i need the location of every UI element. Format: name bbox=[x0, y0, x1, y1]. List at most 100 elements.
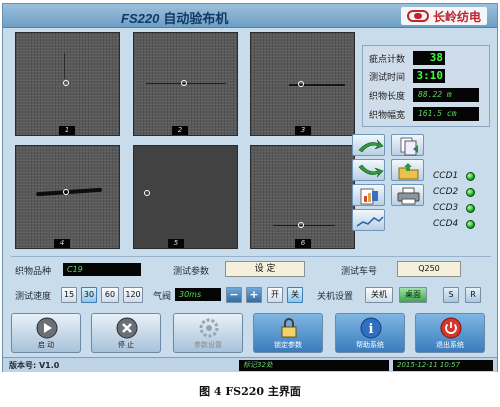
test-time-label: 测试时间 bbox=[369, 72, 406, 83]
camera-label: 2 bbox=[172, 126, 188, 135]
defect-count-label: 疵点计数 bbox=[369, 54, 406, 65]
defect-count-value: 38 bbox=[413, 51, 445, 65]
test-time-row: 测试时间 3:10 bbox=[369, 68, 445, 84]
control-panel: 织物品种 C19 测试参数 设 定 测试车号 Q250 测试速度 15 30 6… bbox=[11, 256, 491, 308]
camera-label: 6 bbox=[295, 239, 311, 248]
decrease-button[interactable]: − bbox=[226, 287, 242, 303]
status-bar: 版本号: V1.0 标记32处 2015-12-11 10:57 bbox=[3, 357, 497, 372]
crosshair-icon bbox=[181, 80, 187, 86]
print-button[interactable] bbox=[391, 184, 424, 206]
copy-icon bbox=[400, 137, 418, 156]
crosshair-icon bbox=[63, 80, 69, 86]
param-settings-button[interactable]: 参数设置 bbox=[173, 313, 243, 353]
statistics-panel: 疵点计数 38 测试时间 3:10 织物长度 88.22 m 织物幅宽 161.… bbox=[362, 45, 490, 127]
ccd-label: CCD3 bbox=[433, 203, 459, 213]
start-button[interactable]: 启 动 bbox=[11, 313, 81, 353]
camera-view-4[interactable]: 4 bbox=[15, 145, 120, 249]
folder-open-icon bbox=[398, 163, 419, 180]
speed-60-button[interactable]: 60 bbox=[101, 287, 119, 303]
camera-label: 4 bbox=[54, 239, 70, 248]
crosshair-icon bbox=[63, 189, 69, 195]
shutdown-settings-label: 关机设置 bbox=[317, 292, 354, 302]
report-button[interactable] bbox=[352, 184, 385, 206]
report-icon bbox=[360, 188, 378, 205]
defect-mark bbox=[64, 53, 65, 79]
ccd-label: CCD4 bbox=[433, 219, 459, 229]
help-label: 帮助系统 bbox=[356, 341, 384, 349]
svg-text:i: i bbox=[369, 322, 374, 337]
copy-button[interactable] bbox=[391, 134, 424, 156]
arrow-up-icon bbox=[358, 139, 384, 153]
ccd1-status: CCD1 bbox=[433, 170, 475, 182]
status-led-icon bbox=[466, 219, 475, 229]
defect-count-row: 疵点计数 38 bbox=[369, 50, 445, 66]
trend-chart-button[interactable] bbox=[352, 209, 385, 231]
app-name: 自动验布机 bbox=[163, 12, 229, 27]
lock-params-label: 锁定参数 bbox=[274, 341, 302, 349]
gear-icon bbox=[199, 318, 219, 338]
ccd4-status: CCD4 bbox=[433, 218, 475, 230]
speed-120-button[interactable]: 120 bbox=[123, 287, 143, 303]
increase-button[interactable]: + bbox=[246, 287, 262, 303]
ccd-label: CCD1 bbox=[433, 171, 459, 181]
exit-button[interactable]: 退出系统 bbox=[415, 313, 485, 353]
desktop-button[interactable]: 桌面 bbox=[399, 287, 427, 303]
camera-view-2[interactable]: 2 bbox=[133, 32, 238, 136]
speed-15-button[interactable]: 15 bbox=[61, 287, 77, 303]
crosshair-icon bbox=[298, 81, 304, 87]
title-bar: FS220 自动验布机 长岭纺电 bbox=[3, 4, 497, 28]
test-time-value: 3:10 bbox=[413, 69, 445, 83]
help-button[interactable]: i 帮助系统 bbox=[335, 313, 405, 353]
figure-caption: 图 4 FS220 主界面 bbox=[199, 385, 301, 398]
play-icon bbox=[36, 317, 58, 339]
fabric-width-value: 161.5 cm bbox=[413, 107, 479, 121]
fabric-width-row: 织物幅宽 161.5 cm bbox=[369, 106, 479, 122]
s-button[interactable]: S bbox=[443, 287, 459, 303]
scroll-down-button[interactable] bbox=[352, 159, 385, 181]
camera-view-1[interactable]: 1 bbox=[15, 32, 120, 136]
camera-view-5[interactable]: 5 bbox=[133, 145, 238, 249]
fabric-length-row: 织物长度 88.22 m bbox=[369, 87, 479, 103]
exit-label: 退出系统 bbox=[436, 341, 464, 349]
status-led-icon bbox=[466, 171, 475, 181]
ccd-label: CCD2 bbox=[433, 187, 459, 197]
lock-icon bbox=[281, 318, 297, 338]
param-settings-label: 参数设置 bbox=[194, 341, 222, 349]
crosshair-icon bbox=[298, 222, 304, 228]
stop-icon bbox=[116, 317, 138, 339]
lock-params-button[interactable]: 锁定参数 bbox=[253, 313, 323, 353]
power-icon bbox=[440, 317, 462, 339]
test-car-label: 测试车号 bbox=[341, 267, 378, 277]
camera-view-6[interactable]: 6 bbox=[250, 145, 355, 249]
fabric-width-label: 织物幅宽 bbox=[369, 110, 406, 121]
fabric-length-label: 织物长度 bbox=[369, 91, 406, 102]
valve-on-button[interactable]: 开 bbox=[267, 287, 283, 303]
test-car-field[interactable]: Q250 bbox=[397, 261, 461, 277]
set-params-button[interactable]: 设 定 bbox=[225, 261, 305, 277]
ccd2-status: CCD2 bbox=[433, 186, 475, 198]
air-valve-label: 气阀 bbox=[153, 292, 172, 302]
fabric-type-field[interactable]: C19 bbox=[63, 263, 141, 276]
stop-button[interactable]: 停 止 bbox=[91, 313, 161, 353]
printer-icon bbox=[397, 187, 420, 205]
main-window: FS220 自动验布机 长岭纺电 1 2 3 4 5 6 疵点计数 38 测试时… bbox=[2, 3, 498, 372]
shutdown-button[interactable]: 关机 bbox=[365, 287, 393, 303]
info-icon: i bbox=[360, 317, 382, 339]
camera-view-3[interactable]: 3 bbox=[250, 32, 355, 136]
valve-off-button[interactable]: 关 bbox=[287, 287, 303, 303]
speed-30-button[interactable]: 30 bbox=[81, 287, 97, 303]
version-text: 版本号: V1.0 bbox=[9, 361, 60, 370]
open-folder-button[interactable] bbox=[391, 159, 424, 181]
brand-logo: 长岭纺电 bbox=[400, 7, 487, 25]
speed-label: 测试速度 bbox=[15, 292, 52, 302]
mark-count-text: 标记32处 bbox=[239, 360, 389, 371]
air-valve-field[interactable]: 30ms bbox=[175, 288, 221, 301]
brand-mark-icon bbox=[406, 10, 429, 22]
status-led-icon bbox=[466, 187, 475, 197]
trend-chart-icon bbox=[356, 216, 384, 227]
test-params-label: 测试参数 bbox=[173, 267, 210, 277]
scroll-up-button[interactable] bbox=[352, 134, 385, 156]
camera-label: 3 bbox=[295, 126, 311, 135]
ccd3-status: CCD3 bbox=[433, 202, 475, 214]
r-button[interactable]: R bbox=[465, 287, 481, 303]
